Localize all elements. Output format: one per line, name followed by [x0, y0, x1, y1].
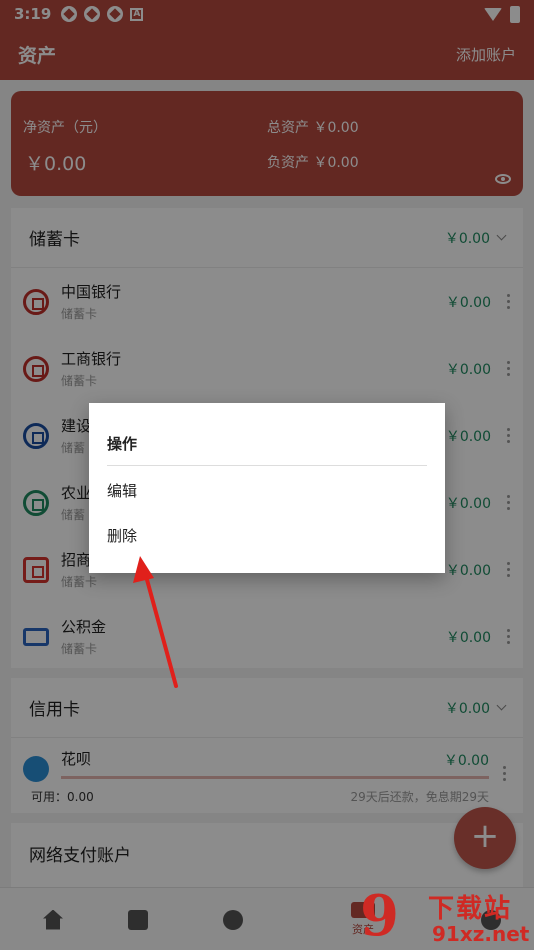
annotation-arrow	[133, 556, 178, 688]
watermark-brand: 9	[360, 883, 399, 949]
watermark-url: 91xz.net	[432, 922, 530, 946]
watermark-logo: 9 下载站 91xz.net	[360, 882, 534, 950]
watermark-site: 下载站	[428, 894, 513, 924]
